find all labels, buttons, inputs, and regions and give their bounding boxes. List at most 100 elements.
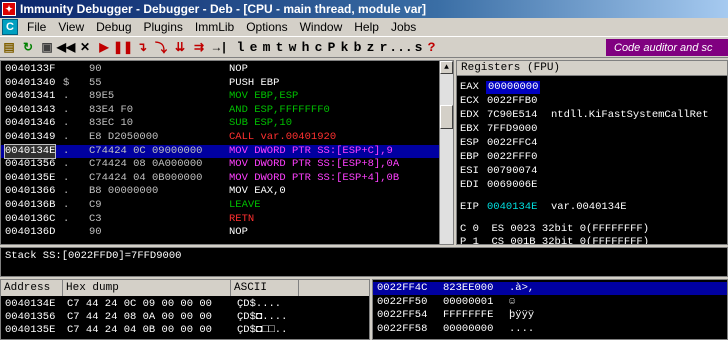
register-row[interactable]: EAX 00000000 — [457, 81, 727, 94]
toolbar-modules-button[interactable]: e — [247, 38, 260, 56]
pycommand-banner[interactable]: Code auditor and sc — [606, 39, 728, 56]
menu-help[interactable]: Help — [348, 20, 385, 34]
cpu-window-icon[interactable]: C — [2, 19, 18, 35]
register-row[interactable]: EBX 7FFD9000 — [457, 123, 727, 136]
toolbar-runtrace-button[interactable]: ... — [389, 38, 412, 56]
toolbar-breakpoints-button[interactable]: b — [351, 38, 364, 56]
menu-debug[interactable]: Debug — [90, 20, 137, 34]
register-row[interactable]: EDX 7C90E514 ntdll.KiFastSystemCallRet — [457, 109, 727, 122]
menu-window[interactable]: Window — [294, 20, 349, 34]
toolbar-windows-button[interactable]: w — [286, 38, 299, 56]
trace-over-icon[interactable]: ⇉ — [190, 38, 208, 56]
dump-address: 0040134E — [5, 298, 56, 310]
disasm-row[interactable]: 00401341. 89E5 MOV EBP,ESP — [1, 90, 439, 103]
toolbar-cpu-button[interactable]: c — [312, 38, 325, 56]
disasm-row[interactable]: 00401356. C74424 08 0A000000 MOV DWORD PTR… — [1, 158, 439, 171]
register-value[interactable]: 7FFD9000 — [487, 123, 537, 136]
menu-immlib[interactable]: ImmLib — [189, 20, 240, 34]
dump-col-address[interactable]: Address — [1, 280, 63, 296]
step-into-icon[interactable]: ↴ — [133, 38, 151, 56]
registers-pane[interactable]: Registers (FPU) EAX 00000000 ECX 0022FFB0 ED… — [456, 60, 728, 245]
run-icon[interactable]: ▶ — [95, 38, 113, 56]
register-value[interactable]: 0069006E — [487, 179, 537, 192]
toolbar-source-button[interactable]: s — [412, 38, 425, 56]
toolbar-handles-button[interactable]: h — [299, 38, 312, 56]
register-value[interactable]: 7C90E514 — [487, 109, 537, 122]
register-value[interactable]: 0022FFB0 — [487, 95, 537, 108]
title-bar: ✦ Immunity Debugger - Debugger - Deb - [… — [0, 0, 728, 18]
disasm-marker: $ — [63, 76, 70, 89]
dump-row[interactable]: 0040134E C7 44 24 0C 09 00 00 00 ÇD$.... — [1, 298, 369, 311]
flag-row[interactable]: C 0 ES 0023 32bit 0(FFFFFFFF) — [457, 223, 727, 236]
disasm-row[interactable]: 0040136D 90 NOP — [1, 226, 439, 239]
scroll-up-icon[interactable]: ▲ — [440, 61, 453, 74]
disassembly-pane[interactable]: 0040133F 90 NOP 00401340 $55 PUSH EBP 00401341… — [0, 60, 454, 245]
disasm-address: 0040136B — [5, 199, 56, 211]
toolbar-z-button[interactable]: z — [364, 38, 377, 56]
disasm-row[interactable]: 00401349. E8 D2050000 CALL var.00401920 — [1, 131, 439, 144]
toolbar-log-button[interactable]: l — [234, 38, 247, 56]
dump-pane[interactable]: Address Hex dump ASCII 0040134E C7 44 24 … — [0, 279, 370, 340]
toolbar-memory-button[interactable]: m — [260, 38, 273, 56]
disassembly-scrollbar[interactable]: ▲ — [439, 61, 453, 244]
trace-into-icon[interactable]: ⇊ — [171, 38, 189, 56]
disasm-row[interactable]: 00401340 $55 PUSH EBP — [1, 77, 439, 90]
disasm-address: 00401341 — [5, 90, 56, 103]
disasm-row[interactable]: 0040134E. C74424 0C 09000000 MOV DWORD PTR… — [1, 143, 439, 159]
menu-options[interactable]: Options — [240, 20, 293, 34]
dump-row[interactable]: 0040135E C7 44 24 04 0B 00 00 00 ÇD$◘□□.. — [1, 324, 369, 337]
rewind-icon[interactable]: ◀◀ — [57, 38, 75, 56]
dump-col-hex[interactable]: Hex dump — [63, 280, 231, 296]
register-row[interactable]: EIP 0040134E var.0040134E — [457, 201, 727, 214]
toolbar-patches-button[interactable]: P — [325, 38, 338, 56]
disasm-instruction: RETN — [229, 212, 255, 225]
restart-icon[interactable]: ↻ — [19, 38, 37, 56]
toolbar-references-button[interactable]: r — [377, 38, 390, 56]
register-value[interactable]: 00000000 — [486, 81, 541, 94]
dump-row[interactable]: 00401356 C7 44 24 08 0A 00 00 00 ÇD$◘.... — [1, 311, 369, 324]
menu-plugins[interactable]: Plugins — [138, 20, 189, 34]
disasm-row[interactable]: 0040135E. C74424 04 0B000000 MOV DWORD PTR… — [1, 172, 439, 185]
execute-till-return-icon[interactable]: →| — [209, 38, 227, 56]
stack-row[interactable]: 0022FF58 00000000.... — [373, 323, 727, 336]
pause-icon[interactable]: ❚❚ — [113, 38, 133, 56]
stack-comment: .à>, — [509, 282, 535, 294]
open-file-icon[interactable]: ▤ — [0, 38, 18, 56]
attach-icon[interactable]: ▣ — [38, 38, 56, 56]
disasm-row[interactable]: 0040133F 90 NOP — [1, 63, 439, 76]
help-button[interactable]: ? — [425, 38, 438, 56]
register-value[interactable]: 0040134E — [487, 201, 537, 214]
stack-row[interactable]: 0022FF4C 823EE000 .à>, — [373, 282, 727, 295]
disasm-row[interactable]: 00401343. 83E4 F0 AND ESP,FFFFFFF0 — [1, 104, 439, 117]
register-name: EIP — [460, 201, 479, 213]
stack-pane[interactable]: 0022FF4C 823EE000 .à>, 0022FF50 00000001 ☺ 002… — [372, 279, 728, 340]
step-over-icon[interactable]: ⤵ — [152, 38, 170, 56]
close-icon[interactable]: ✕ — [76, 38, 94, 56]
toolbar-callstack-button[interactable]: k — [338, 38, 351, 56]
menu-file[interactable]: File — [21, 20, 52, 34]
register-value[interactable]: 0022FFC4 — [487, 137, 537, 150]
stack-row[interactable]: 0022FF50 00000001 ☺ — [373, 296, 727, 309]
register-row[interactable]: ESP 0022FFC4 — [457, 137, 727, 150]
disasm-hex: B8 00000000 — [89, 185, 159, 198]
dump-col-ascii[interactable]: ASCII — [231, 280, 299, 296]
disasm-row[interactable]: 0040136B. C9 LEAVE — [1, 199, 439, 212]
scroll-thumb[interactable] — [440, 105, 453, 129]
disasm-row[interactable]: 00401346. 83EC 10 SUB ESP,10 — [1, 117, 439, 130]
register-row[interactable]: EBP 0022FFF0 — [457, 151, 727, 164]
register-value[interactable]: 0022FFF0 — [487, 151, 537, 164]
register-value[interactable]: 00790074 — [487, 165, 537, 178]
register-row[interactable]: EDI 0069006E — [457, 179, 727, 192]
dump-address: 00401356 — [5, 311, 56, 323]
disasm-row[interactable]: 0040136C. C3 RETN — [1, 213, 439, 226]
disasm-row[interactable]: 00401366. B8 00000000 MOV EAX,0 — [1, 185, 439, 198]
register-row[interactable]: ECX 0022FFB0 — [457, 95, 727, 108]
disasm-hex: C74424 08 0A000000 — [89, 158, 203, 171]
menu-jobs[interactable]: Jobs — [385, 20, 422, 34]
flag-text: C 0 ES 0023 32bit 0(FFFFFFFF) — [460, 223, 650, 235]
toolbar-threads-button[interactable]: t — [273, 38, 286, 56]
stack-row[interactable]: 0022FF54 FFFFFFFE þÿÿÿ — [373, 309, 727, 322]
register-row[interactable]: ESI 00790074 — [457, 165, 727, 178]
flag-row[interactable]: P 1 CS 001B 32bit 0(FFFFFFFF) — [457, 236, 727, 244]
menu-view[interactable]: View — [52, 20, 90, 34]
